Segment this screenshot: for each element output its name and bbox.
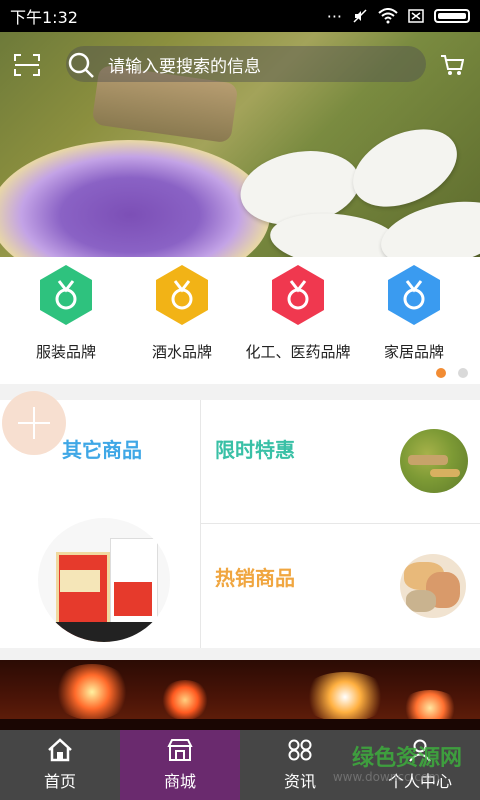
tab-news[interactable]: 资讯 [240,730,360,800]
section-limited[interactable]: 限时特惠 [201,400,480,523]
battery-icon [434,9,470,23]
mute-icon [353,9,367,23]
watermark-url: www.downcc.com [332,770,440,784]
firework-decoration [52,664,132,720]
tab-label: 首页 [43,772,76,791]
firework-decoration [300,672,390,722]
search-bar[interactable]: 请输入要搜索的信息 [66,46,426,82]
wifi-icon [378,8,398,24]
search-input[interactable]: 请输入要搜索的信息 [108,52,261,77]
brand-categories: 服装品牌 酒水品牌 化工、医药品牌 家居品牌 [0,257,480,384]
status-icons: ··· [327,7,470,26]
medal-icon [40,265,92,325]
tab-home[interactable]: 首页 [0,730,120,800]
medal-icon [388,265,440,325]
section-title-other: 其它商品 [62,438,142,462]
section-title-limited: 限时特惠 [215,438,295,462]
section-hot[interactable]: 热销商品 [201,524,480,648]
home-icon [48,738,72,762]
medal-icon [156,265,208,325]
product-sections: 其它商品 限时特惠 热销商品 [0,391,480,648]
brand-item-clothing[interactable]: 服装品牌 [6,263,126,362]
brand-label: 酒水品牌 [151,343,212,361]
limited-product-image [400,429,468,493]
pager-dot-active[interactable] [436,368,446,378]
ellipsis-icon: ··· [326,6,342,26]
brand-item-chemical[interactable]: 化工、医药品牌 [238,263,358,362]
pager-dots [436,368,468,378]
tab-label: 商城 [163,772,196,791]
promo-banner[interactable] [0,660,480,735]
brand-hex [40,265,92,325]
firework-decoration [160,680,210,720]
status-time: 下午1:32 [10,8,78,27]
watermark: 绿色资源网 [351,746,462,771]
grid-icon [288,739,312,761]
section-other[interactable]: 其它商品 [0,400,200,648]
scan-icon[interactable] [14,54,40,76]
liquor-product-image [38,518,170,642]
status-bar: 下午1:32 ··· [0,0,480,32]
brand-label: 家居品牌 [383,343,444,361]
brand-item-liquor[interactable]: 酒水品牌 [122,263,242,362]
cart-icon[interactable] [440,54,464,76]
pager-dot[interactable] [458,368,468,378]
tab-label: 资讯 [283,772,316,791]
tab-shop[interactable]: 商城 [120,730,240,800]
hero-rice-cakes [230,113,480,257]
search-icon [68,52,94,78]
shop-icon [167,739,193,761]
hero-banner[interactable]: 请输入要搜索的信息 [0,32,480,257]
brand-item-home[interactable]: 家居品牌 [354,263,474,362]
section-title-hot: 热销商品 [215,566,295,590]
brand-label: 服装品牌 [35,343,96,361]
no-sim-icon [408,9,424,23]
brand-label: 化工、医药品牌 [245,343,351,361]
medal-icon [272,265,324,325]
hot-product-image [400,554,466,618]
